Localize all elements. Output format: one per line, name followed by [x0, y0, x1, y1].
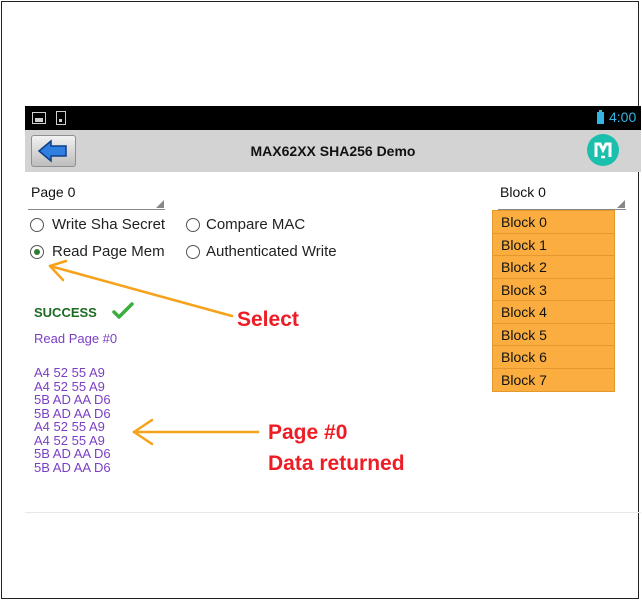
annotation-data-returned: Data returned — [268, 452, 405, 475]
annotation-arrow-data — [132, 418, 260, 446]
annotation-select: Select — [237, 308, 299, 331]
annotation-page: Page #0 — [268, 421, 348, 444]
